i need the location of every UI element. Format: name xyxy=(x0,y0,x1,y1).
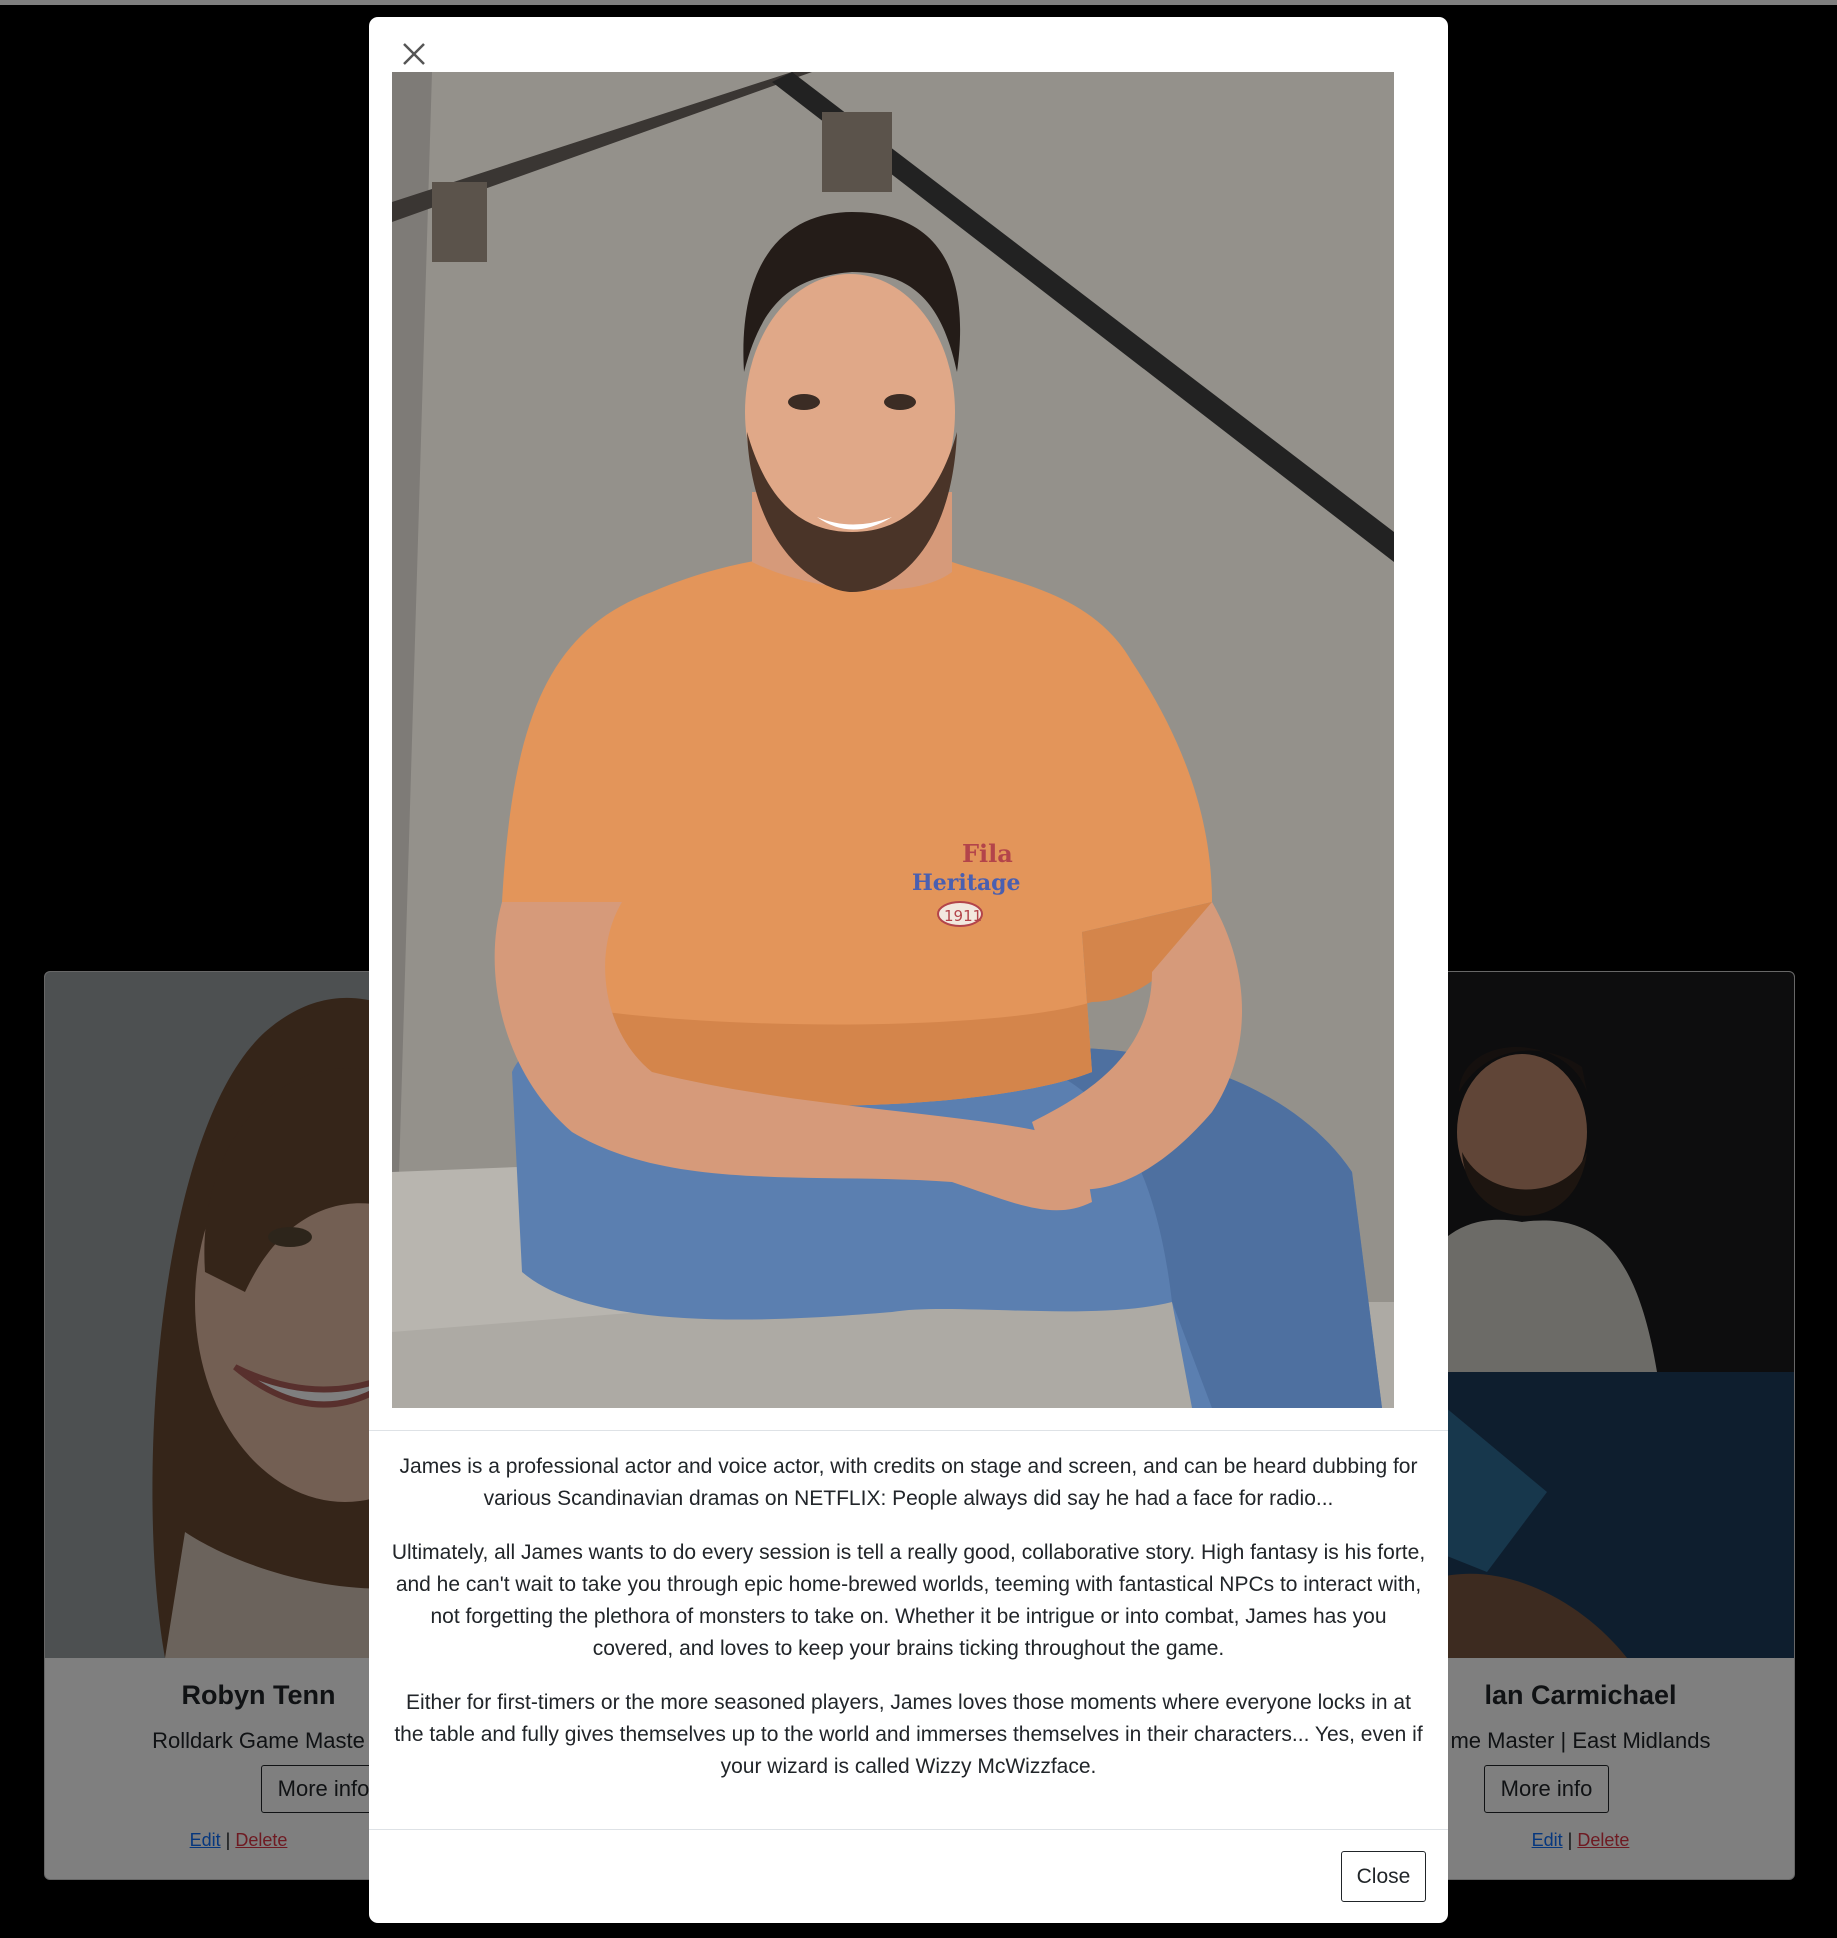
shirt-logo-3: 1911 xyxy=(944,907,982,925)
gm-bio: James is a professional actor and voice … xyxy=(389,1451,1428,1805)
shirt-logo-2: Heritage xyxy=(912,870,1021,896)
gm-portrait: Fila Heritage 1911 xyxy=(392,72,1394,1408)
bio-paragraph: Either for first-timers or the more seas… xyxy=(394,1691,1423,1778)
bio-paragraph: Ultimately, all James wants to do every … xyxy=(391,1541,1426,1660)
gm-detail-modal: Fila Heritage 1911 James is a profession… xyxy=(369,17,1448,1923)
shirt-logo-1: Fila xyxy=(962,839,1013,868)
close-button[interactable]: Close xyxy=(1341,1851,1426,1902)
bio-paragraph: James is a professional actor and voice … xyxy=(399,1455,1418,1510)
close-icon[interactable] xyxy=(397,37,431,71)
modal-footer-divider xyxy=(369,1829,1448,1830)
modal-header-divider xyxy=(369,1430,1448,1431)
